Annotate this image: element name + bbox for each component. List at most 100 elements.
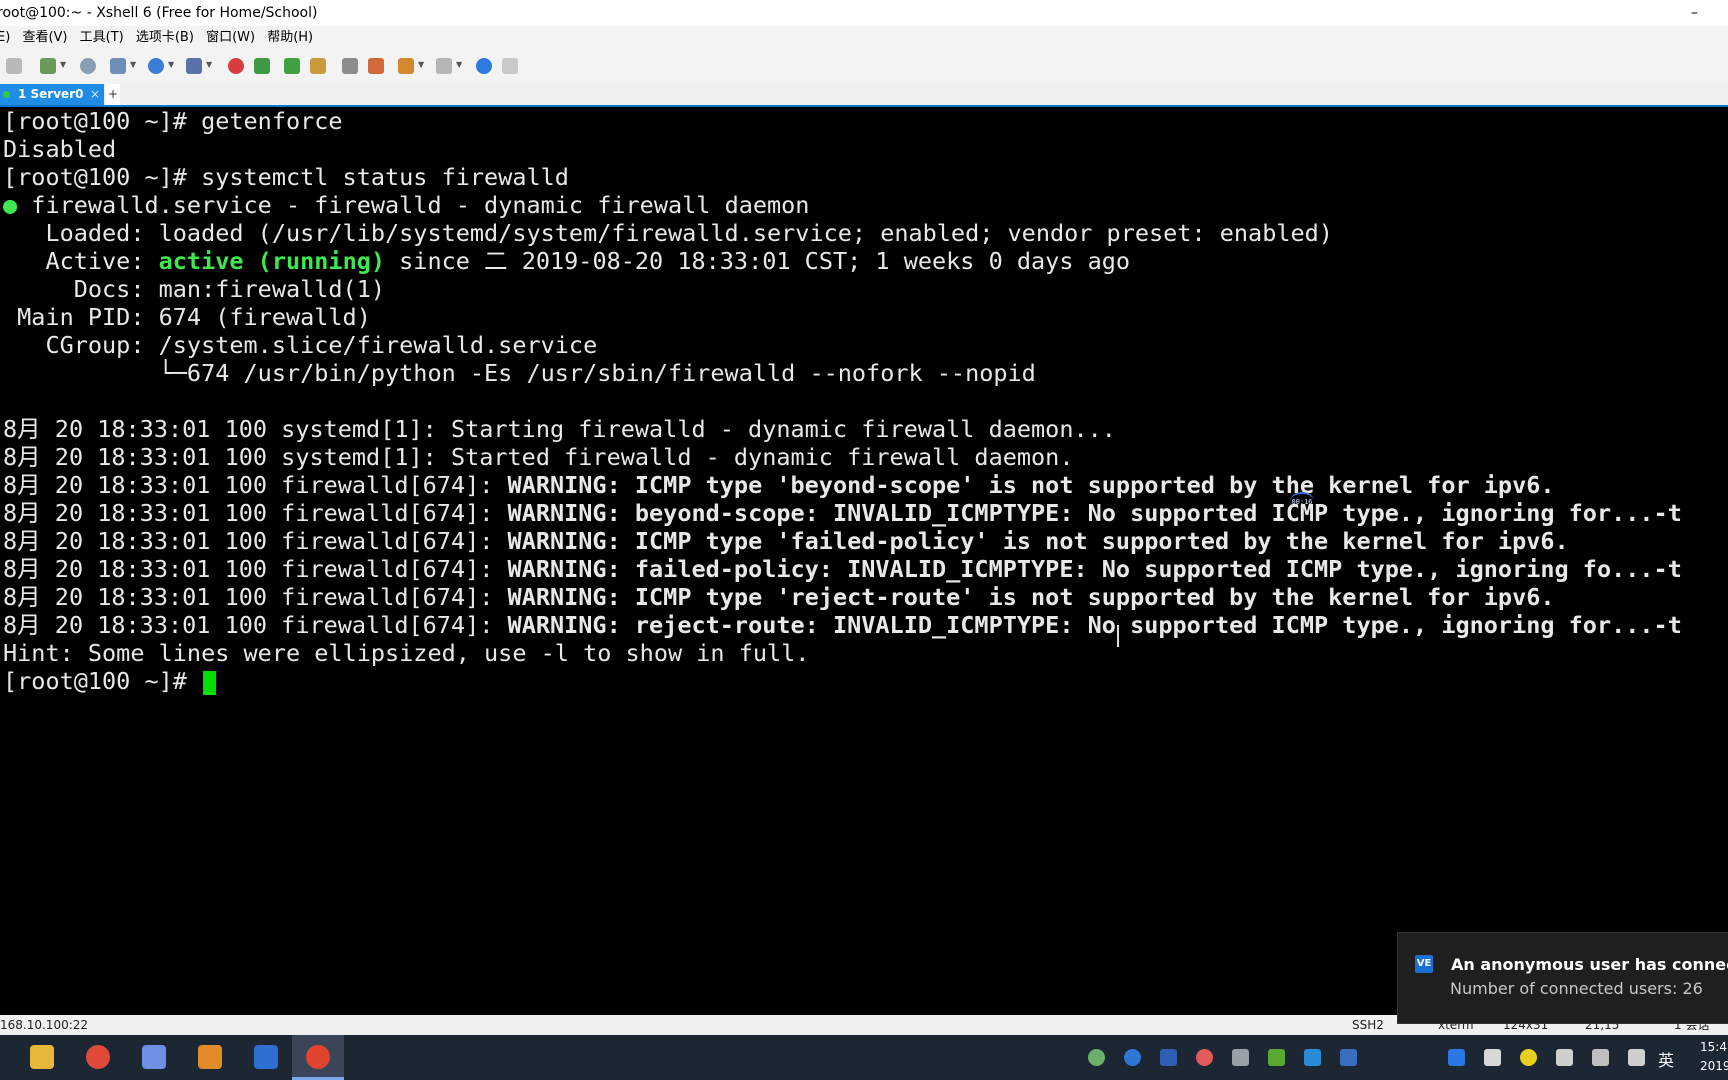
terminal-line: [root@100 ~]# systemctl status firewalld [3,163,569,191]
chevron-down-icon[interactable]: ▼ [456,60,462,69]
menu-view[interactable]: 查看(V) [22,30,67,45]
add-tab-button[interactable]: + [106,84,120,105]
log-prefix: 8月 20 18:33:01 100 firewalld[674]: [3,583,508,611]
log-warning: WARNING: failed-policy: INVALID_ICMPTYPE… [507,555,1682,583]
status-host: 168.10.100:22 [0,1018,89,1032]
recording-timer[interactable]: 00:16 [1290,492,1314,510]
tray-icon[interactable] [1088,1049,1105,1066]
terminal-line: 8月 20 18:33:01 100 firewalld[674]: WARNI… [3,555,1682,583]
terminal-cursor [203,670,217,695]
lock-icon[interactable] [310,58,326,74]
network-icon[interactable] [1592,1049,1609,1066]
globe-icon[interactable] [148,58,164,74]
input-method-indicator[interactable]: 英 [1658,1047,1674,1071]
close-tab-icon[interactable]: × [90,84,100,105]
tab-label: 1 Server0 [18,87,84,101]
xmanager-icon[interactable] [254,58,270,74]
menu-help[interactable]: 帮助(H) [267,30,313,45]
battery-icon[interactable] [1556,1049,1573,1066]
terminal-screen[interactable]: [root@100 ~]# getenforce Disabled [root@… [0,107,1728,1015]
transfer-icon[interactable] [398,58,414,74]
terminal-line: CGroup: /system.slice/firewalld.service [3,331,598,359]
fullscreen-icon[interactable] [284,58,300,74]
window-title: root@100:~ - Xshell 6 (Free for Home/Sch… [0,5,318,21]
chevron-down-icon[interactable]: ▼ [60,60,66,69]
chevron-down-icon[interactable]: ▼ [206,60,212,69]
terminal-prompt-line: [root@100 ~]# [3,667,217,695]
taskbar-app[interactable] [128,1035,180,1080]
keyboard-icon[interactable] [342,58,358,74]
log-warning: WARNING: beyond-scope: INVALID_ICMPTYPE:… [507,499,1682,527]
menu-edit[interactable]: E) [0,30,10,45]
taskbar-xshell[interactable] [292,1035,344,1080]
menu-tab[interactable]: 选项卡(B) [136,30,194,45]
find-icon[interactable] [80,58,96,74]
bluetooth-icon[interactable] [1448,1049,1465,1066]
service-name: firewalld.service - firewalld - dynamic … [17,191,810,219]
nvidia-icon[interactable] [1268,1049,1285,1066]
terminal-line: ● firewalld.service - firewalld - dynami… [3,191,809,219]
system-clock[interactable]: 15:4 2019/ [1700,1038,1728,1076]
shield-icon[interactable] [1484,1049,1501,1066]
volume-icon[interactable] [1628,1049,1645,1066]
layout-icon[interactable] [110,58,126,74]
terminal-line: 8月 20 18:33:01 100 firewalld[674]: WARNI… [3,583,1555,611]
app-notification-icon: VE [1415,955,1433,973]
menu-bar: E) 查看(V) 工具(T) 选项卡(B) 窗口(W) 帮助(H) [0,26,1728,50]
terminal-line: 8月 20 18:33:01 100 systemd[1]: Starting … [3,415,1116,443]
notification-toast[interactable]: VE An anonymous user has connected Numbe… [1397,932,1728,1024]
notification-title: An anonymous user has connected [1451,955,1728,974]
shell-prompt: [root@100 ~]# [3,667,202,695]
log-prefix: 8月 20 18:33:01 100 firewalld[674]: [3,499,508,527]
terminal-line: Disabled [3,135,117,163]
taskbar-app[interactable] [184,1035,236,1080]
terminal-line: 8月 20 18:33:01 100 firewalld[674]: WARNI… [3,611,1682,639]
tray-icon[interactable] [1124,1049,1141,1066]
vnc-icon [254,1045,278,1069]
terminal-line: 8月 20 18:33:01 100 firewalld[674]: WARNI… [3,499,1682,527]
active-status-dot: ● [3,191,18,219]
feather-icon [142,1045,166,1069]
toolbar: ▼ ▼ ▼ ▼ ▼ ▼ [0,50,1728,85]
script-icon[interactable] [368,58,384,74]
taskbar-vnc[interactable] [240,1035,292,1080]
log-warning: WARNING: ICMP type 'beyond-scope' is not… [507,471,1555,499]
text-cursor-icon [1117,625,1119,647]
terminal-line: └─674 /usr/bin/python -Es /usr/sbin/fire… [3,359,1036,387]
chevron-down-icon[interactable]: ▼ [130,60,136,69]
vnc-tray-icon[interactable] [1160,1049,1177,1066]
panel-icon[interactable] [436,58,452,74]
tab-server0[interactable]: 1 Server0 × [0,84,104,105]
chevron-down-icon[interactable]: ▼ [168,60,174,69]
log-prefix: 8月 20 18:33:01 100 firewalld[674]: [3,555,508,583]
log-warning: WARNING: reject-route: INVALID_ICMPTYPE:… [507,611,1682,639]
log-warning: WARNING: ICMP type 'reject-route' is not… [507,583,1555,611]
terminal-line: 8月 20 18:33:01 100 firewalld[674]: WARNI… [3,527,1569,555]
disconnect-icon[interactable] [6,58,22,74]
tray-icon[interactable] [1196,1049,1213,1066]
terminal-line: Active: active (running) since 二 2019-08… [3,247,1130,275]
chat-icon[interactable] [502,58,518,74]
clock-time: 15:4 [1700,1040,1727,1054]
tray-icon[interactable] [1520,1049,1537,1066]
xftp-icon[interactable] [228,58,244,74]
active-label: Active: [3,247,159,275]
help-icon[interactable] [476,58,492,74]
active-since: since 二 2019-08-20 18:33:01 CST; 1 weeks… [385,247,1131,275]
new-session-icon[interactable] [40,58,56,74]
tray-icon[interactable] [1304,1049,1321,1066]
menu-tools[interactable]: 工具(T) [80,30,124,45]
status-protocol: SSH2 [1352,1018,1384,1032]
menu-window[interactable]: 窗口(W) [206,30,255,45]
tray-icon[interactable] [1340,1049,1357,1066]
font-icon[interactable] [186,58,202,74]
taskbar-file-explorer[interactable] [16,1035,68,1080]
taskbar-chrome[interactable] [72,1035,124,1080]
chevron-down-icon[interactable]: ▼ [418,60,424,69]
minimize-button[interactable]: – [1691,0,1698,26]
connected-dot-icon [3,91,10,98]
folder-icon [30,1045,54,1069]
terminal-line: Main PID: 674 (firewalld) [3,303,371,331]
log-prefix: 8月 20 18:33:01 100 firewalld[674]: [3,527,508,555]
tray-icon[interactable] [1232,1049,1249,1066]
